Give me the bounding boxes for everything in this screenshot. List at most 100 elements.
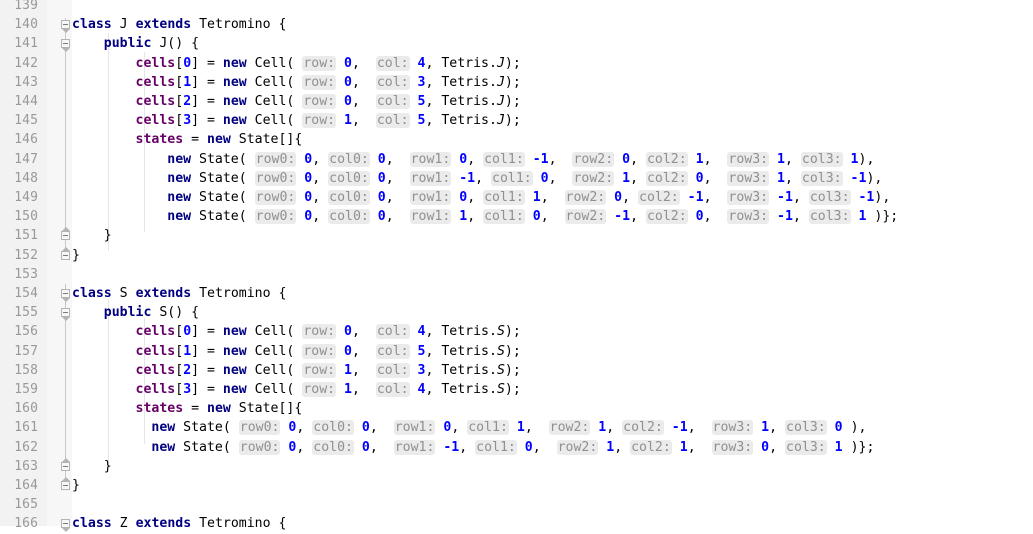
- code-line[interactable]: states = new State[]{: [72, 130, 303, 149]
- code-token: ,: [769, 420, 786, 436]
- code-line[interactable]: public J() {: [72, 34, 199, 53]
- code-line[interactable]: }: [72, 476, 80, 495]
- code-token: 0: [834, 420, 843, 436]
- code-token: cells: [135, 324, 176, 340]
- code-token: states: [135, 401, 184, 417]
- code-token: 1: [532, 190, 541, 205]
- code-line[interactable]: new State( row0: 0, col0: 0, row1: -1, c…: [72, 169, 882, 188]
- code-token: 0: [361, 439, 370, 455]
- code-line[interactable]: cells[2] = new Cell( row: 1, col: 3, Tet…: [72, 361, 521, 380]
- fold-arrow-icon: [61, 528, 70, 533]
- code-token: ,: [703, 170, 728, 186]
- code-token: ] =: [191, 55, 223, 71]
- parameter-hint: row:: [302, 55, 337, 71]
- code-token: 0: [361, 420, 370, 436]
- parameter-hint: row2:: [564, 209, 607, 225]
- code-line[interactable]: class Z extends Tetromino {: [72, 514, 286, 533]
- code-token: Cell(: [246, 362, 303, 378]
- code-line[interactable]: cells[1] = new Cell( row: 0, col: 3, Tet…: [72, 73, 521, 92]
- code-token: ,: [769, 439, 786, 455]
- code-token: -1: [671, 420, 688, 436]
- code-token: -1: [777, 209, 793, 225]
- code-token: }: [72, 478, 80, 493]
- code-token: -1: [459, 170, 476, 186]
- code-editor[interactable]: 139 140 141 142 143 144 145 146 147 148 149 150 151 1…: [0, 0, 1033, 533]
- code-token: ] =: [191, 94, 223, 109]
- code-token: Cell(: [246, 324, 303, 340]
- code-token: ] =: [191, 343, 223, 359]
- code-line[interactable]: }: [72, 226, 112, 245]
- code-token: );: [504, 55, 521, 71]
- parameter-hint: row2:: [572, 151, 615, 167]
- code-line[interactable]: }: [72, 457, 112, 476]
- code-line[interactable]: new State( row0: 0, col0: 0, row1: -1, c…: [72, 438, 874, 457]
- code-token: class: [72, 516, 112, 532]
- code-line[interactable]: cells[3] = new Cell( row: 1, col: 5, Tet…: [72, 111, 521, 130]
- code-line[interactable]: new State( row0: 0, col0: 0, row1: 0, co…: [72, 188, 890, 207]
- code-token: 0: [540, 170, 549, 186]
- code-line[interactable]: cells[1] = new Cell( row: 0, col: 5, Tet…: [72, 342, 521, 361]
- code-line[interactable]: public S() {: [72, 303, 199, 322]
- code-token: Z: [119, 516, 128, 532]
- code-line[interactable]: new State( row0: 0, col0: 0, row1: 0, co…: [72, 418, 866, 437]
- code-token: ),: [866, 170, 883, 186]
- code-token: 0: [459, 190, 468, 205]
- code-line[interactable]: class S extends Tetromino {: [72, 284, 286, 303]
- code-line[interactable]: states = new State[]{: [72, 399, 303, 418]
- parameter-hint: row2:: [564, 190, 607, 205]
- code-token: State[]{: [230, 132, 303, 148]
- code-token: cells: [135, 55, 176, 71]
- code-line[interactable]: class J extends Tetromino {: [72, 15, 286, 34]
- code-token: ,: [792, 209, 809, 225]
- code-token: new: [222, 324, 247, 340]
- code-token: ,: [703, 190, 728, 205]
- code-token: ,: [351, 343, 376, 359]
- parameter-hint: row:: [302, 74, 337, 90]
- code-token: 1: [777, 151, 785, 167]
- code-token: ,: [548, 151, 573, 167]
- code-token: );: [504, 362, 521, 378]
- code-token: ,: [385, 151, 410, 167]
- code-token: 1: [850, 151, 859, 167]
- code-token: [: [175, 94, 184, 109]
- code-token: ] =: [191, 74, 223, 90]
- parameter-hint: col:: [375, 74, 410, 90]
- code-token: new: [207, 132, 231, 148]
- code-token: Tetromino {: [191, 516, 287, 532]
- parameter-hint: col1:: [475, 439, 517, 455]
- code-token: extends: [135, 286, 192, 301]
- code-line[interactable]: new State( row0: 0, col0: 0, row1: 0, co…: [72, 150, 874, 169]
- code-line[interactable]: }: [72, 246, 80, 265]
- code-line[interactable]: cells[0] = new Cell( row: 0, col: 4, Tet…: [72, 322, 521, 341]
- code-token: ,: [312, 151, 329, 167]
- code-content[interactable]: class J extends Tetromino { public J() {…: [0, 0, 1033, 531]
- parameter-hint: row3:: [711, 439, 754, 455]
- code-line[interactable]: cells[0] = new Cell( row: 0, col: 4, Tet…: [72, 54, 521, 73]
- code-token: Tetromino {: [191, 286, 287, 301]
- code-line[interactable]: new State( row0: 0, col0: 0, row1: 1, co…: [72, 207, 898, 226]
- parameter-hint: col1:: [483, 190, 525, 205]
- code-token: J: [496, 74, 505, 90]
- code-line[interactable]: cells[2] = new Cell( row: 0, col: 5, Tet…: [72, 92, 521, 111]
- code-token: ,: [369, 420, 394, 436]
- code-line[interactable]: cells[3] = new Cell( row: 1, col: 4, Tet…: [72, 380, 521, 399]
- code-token: ] =: [191, 362, 223, 378]
- code-token: S: [496, 362, 505, 378]
- code-token: ] =: [191, 113, 223, 129]
